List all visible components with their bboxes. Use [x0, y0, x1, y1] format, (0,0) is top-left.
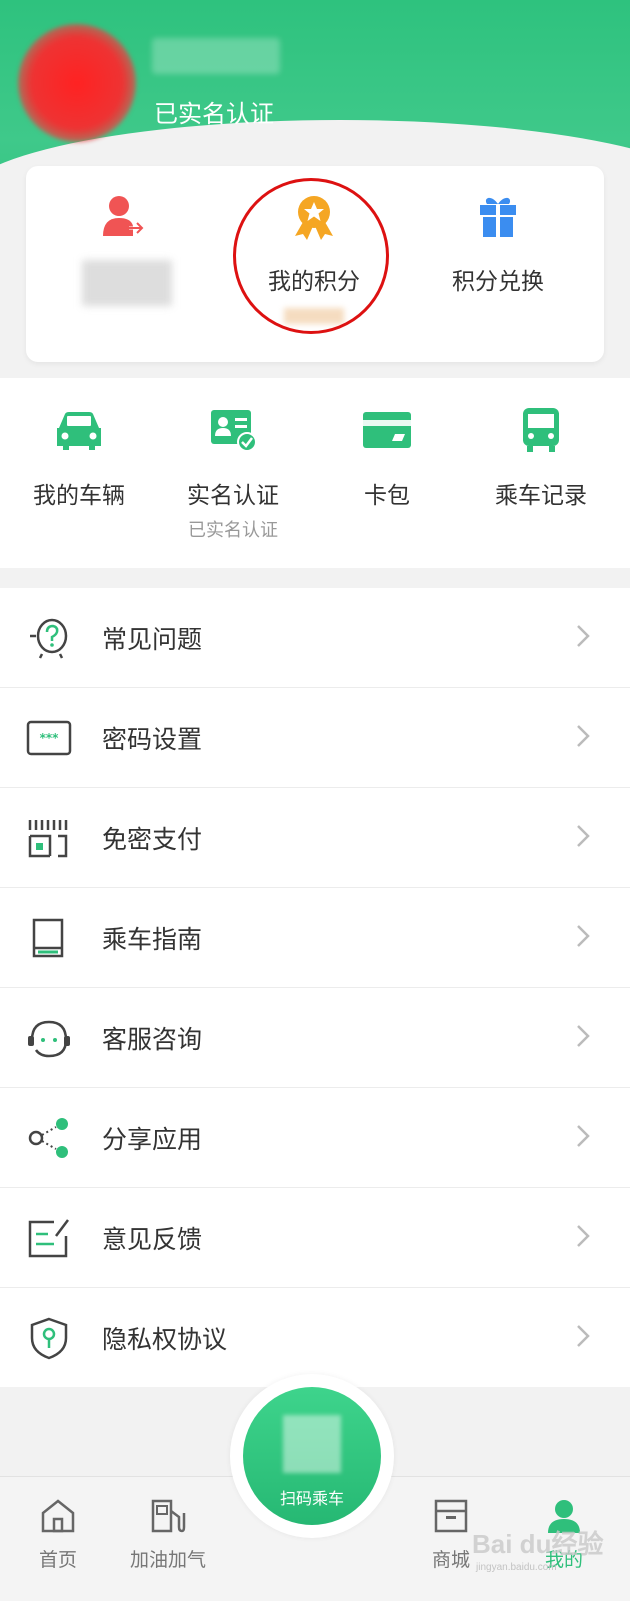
baidu-watermark: Bai du经验 [472, 1529, 604, 1559]
account-value-blurred [82, 260, 172, 306]
feedback-icon [28, 1219, 69, 1258]
tab-fuel[interactable]: 加油加气 [120, 1487, 216, 1597]
tab-home[interactable]: 首页 [10, 1487, 106, 1597]
svg-text:***: *** [40, 731, 60, 745]
highlight-circle [233, 178, 389, 334]
chevron-right-icon [577, 1325, 590, 1347]
settings-menu: 常见问题 *** 密码设置 免密支付 乘车指南 客服咨询 分享应用 意见反馈 隐… [0, 588, 630, 1387]
points-card-item-account[interactable] [32, 166, 212, 362]
chevron-right-icon [577, 625, 590, 647]
menu-item-feedback[interactable]: 意见反馈 [0, 1188, 630, 1288]
password-icon: *** [26, 720, 72, 756]
quick-action-real-name[interactable]: 实名认证 已实名认证 [154, 378, 312, 568]
avatar[interactable] [18, 24, 136, 142]
chevron-right-icon [577, 1025, 590, 1047]
username-blurred [152, 38, 280, 74]
menu-item-faq[interactable]: 常见问题 [0, 588, 630, 688]
menu-label: 隐私权协议 [102, 1325, 228, 1354]
quick-action-card-wallet[interactable]: 卡包 [308, 378, 466, 568]
guide-book-icon [32, 918, 64, 958]
chevron-right-icon [577, 725, 590, 747]
fuel-icon [151, 1499, 186, 1533]
chevron-right-icon [577, 1125, 590, 1147]
store-icon [434, 1499, 468, 1533]
home-icon [41, 1499, 75, 1533]
verified-status: 已实名认证 [154, 100, 274, 128]
menu-label: 常见问题 [102, 625, 203, 654]
real-name-label: 实名认证 [187, 483, 279, 509]
privacy-shield-icon [30, 1317, 68, 1360]
menu-item-customer-service[interactable]: 客服咨询 [0, 988, 630, 1088]
customer-service-icon [28, 1020, 70, 1058]
question-icon [30, 618, 68, 659]
share-icon [28, 1118, 68, 1158]
menu-item-password-free-pay[interactable]: 免密支付 [0, 788, 630, 888]
baidu-watermark-url: jingyan.baidu.com [476, 1562, 557, 1573]
id-card-icon [211, 410, 257, 452]
qr-code-icon [283, 1415, 341, 1473]
chevron-right-icon [577, 825, 590, 847]
menu-item-privacy[interactable]: 隐私权协议 [0, 1288, 630, 1387]
scan-ride-button[interactable]: 扫码乘车 [243, 1387, 381, 1525]
points-exchange-label: 积分兑换 [452, 269, 544, 295]
my-vehicle-label: 我的车辆 [33, 483, 125, 509]
car-icon [57, 412, 101, 450]
tab-label: 加油加气 [129, 1549, 206, 1571]
scan-button-ring: 扫码乘车 [230, 1374, 394, 1538]
menu-label: 免密支付 [102, 825, 203, 854]
menu-label: 乘车指南 [102, 925, 203, 954]
scan-ride-label: 扫码乘车 [279, 1489, 344, 1508]
card-wallet-icon [363, 412, 411, 448]
menu-label: 密码设置 [102, 725, 203, 754]
menu-label: 分享应用 [102, 1125, 203, 1154]
user-transfer-icon [103, 196, 145, 236]
menu-label: 客服咨询 [102, 1025, 203, 1054]
qr-pay-icon [28, 820, 68, 858]
points-card-item-exchange[interactable]: 积分兑换 [408, 166, 588, 362]
ride-records-label: 乘车记录 [495, 483, 587, 509]
menu-item-share-app[interactable]: 分享应用 [0, 1088, 630, 1188]
bus-icon [523, 408, 559, 452]
menu-item-ride-guide[interactable]: 乘车指南 [0, 888, 630, 988]
card-wallet-label: 卡包 [364, 483, 410, 509]
tab-label: 首页 [38, 1549, 77, 1571]
quick-action-ride-records[interactable]: 乘车记录 [462, 378, 620, 568]
chevron-right-icon [577, 925, 590, 947]
gift-icon [480, 197, 516, 237]
menu-label: 意见反馈 [102, 1225, 203, 1254]
quick-action-my-vehicle[interactable]: 我的车辆 [0, 378, 158, 568]
real-name-status: 已实名认证 [188, 520, 278, 541]
chevron-right-icon [577, 1225, 590, 1247]
menu-item-password[interactable]: *** 密码设置 [0, 688, 630, 788]
quick-actions: 我的车辆 实名认证 已实名认证 卡包 乘车记录 [0, 378, 630, 568]
